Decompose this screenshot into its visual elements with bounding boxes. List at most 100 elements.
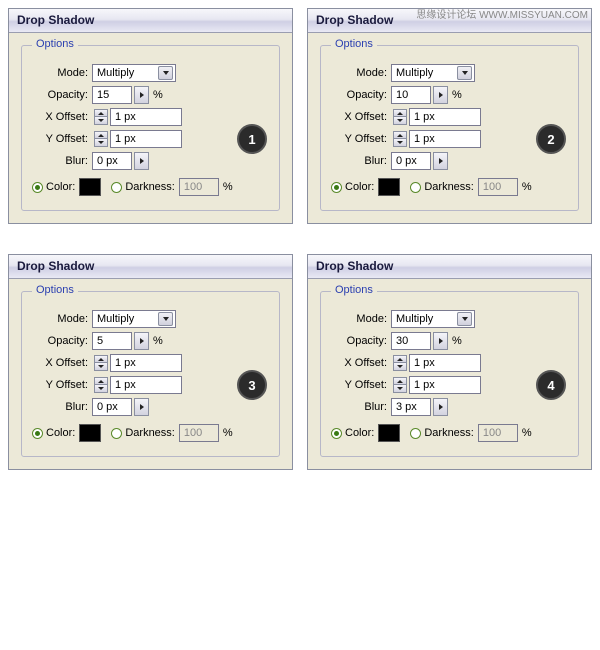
yoffset-input[interactable]: 1 px [409,130,481,148]
chevron-down-icon[interactable] [158,66,173,80]
number-badge: 3 [237,370,267,400]
opacity-input[interactable]: 10 [391,86,431,104]
xoffset-input[interactable]: 1 px [110,354,182,372]
color-swatch[interactable] [378,424,400,442]
mode-select[interactable]: Multiply [92,310,176,328]
xoffset-input[interactable]: 1 px [409,354,481,372]
panel-title: Drop Shadow [308,255,591,279]
yoffset-label: Y Offset: [32,133,92,145]
mode-select[interactable]: Multiply [391,64,475,82]
panel-title: Drop Shadow [9,9,292,33]
color-radio[interactable] [331,428,342,439]
stepper-down-icon[interactable] [393,385,407,393]
options-fieldset: Options Mode: Multiply Opacity: 15 % X O… [21,45,280,211]
darkness-radio[interactable] [111,182,122,193]
xoffset-input[interactable]: 1 px [110,108,182,126]
options-fieldset: Options Mode: Multiply Opacity: 30 % X O… [320,291,579,457]
opacity-input[interactable]: 30 [391,332,431,350]
percent-suffix: % [452,335,462,347]
yoffset-input[interactable]: 1 px [110,376,182,394]
blur-label: Blur: [331,401,391,413]
opacity-slider-button[interactable] [433,332,448,350]
color-label: Color: [46,427,75,439]
percent-suffix: % [452,89,462,101]
chevron-down-icon[interactable] [457,312,472,326]
opacity-label: Opacity: [331,89,391,101]
xoffset-input[interactable]: 1 px [409,108,481,126]
color-label: Color: [345,427,374,439]
darkness-radio[interactable] [111,428,122,439]
xoffset-stepper[interactable] [393,355,407,371]
xoffset-label: X Offset: [32,111,92,123]
blur-input[interactable]: 3 px [391,398,431,416]
opacity-slider-button[interactable] [433,86,448,104]
blur-input[interactable]: 0 px [391,152,431,170]
darkness-label: Darkness: [125,427,175,439]
stepper-down-icon[interactable] [94,139,108,147]
stepper-up-icon[interactable] [393,131,407,139]
yoffset-stepper[interactable] [393,131,407,147]
stepper-up-icon[interactable] [94,109,108,117]
stepper-up-icon[interactable] [94,131,108,139]
number-badge: 4 [536,370,566,400]
stepper-up-icon[interactable] [393,377,407,385]
blur-slider-button[interactable] [433,152,448,170]
yoffset-stepper[interactable] [94,131,108,147]
blur-input[interactable]: 0 px [92,398,132,416]
opacity-input[interactable]: 15 [92,86,132,104]
yoffset-stepper[interactable] [94,377,108,393]
color-swatch[interactable] [378,178,400,196]
xoffset-stepper[interactable] [393,109,407,125]
color-swatch[interactable] [79,424,101,442]
mode-value: Multiply [396,313,433,325]
triangle-right-icon [439,338,443,344]
xoffset-stepper[interactable] [94,355,108,371]
darkness-radio[interactable] [410,182,421,193]
darkness-label: Darkness: [424,181,474,193]
darkness-radio[interactable] [410,428,421,439]
chevron-down-icon[interactable] [158,312,173,326]
mode-select[interactable]: Multiply [92,64,176,82]
stepper-up-icon[interactable] [393,355,407,363]
yoffset-stepper[interactable] [393,377,407,393]
mode-value: Multiply [396,67,433,79]
mode-label: Mode: [331,67,391,79]
stepper-down-icon[interactable] [393,139,407,147]
blur-label: Blur: [32,401,92,413]
triangle-right-icon [140,404,144,410]
stepper-down-icon[interactable] [94,363,108,371]
xoffset-stepper[interactable] [94,109,108,125]
opacity-slider-button[interactable] [134,86,149,104]
options-legend: Options [32,284,78,296]
yoffset-label: Y Offset: [32,379,92,391]
stepper-up-icon[interactable] [94,355,108,363]
yoffset-input[interactable]: 1 px [110,130,182,148]
stepper-down-icon[interactable] [94,117,108,125]
chevron-down-icon[interactable] [457,66,472,80]
yoffset-input[interactable]: 1 px [409,376,481,394]
color-swatch[interactable] [79,178,101,196]
stepper-down-icon[interactable] [393,117,407,125]
number-badge: 1 [237,124,267,154]
blur-input[interactable]: 0 px [92,152,132,170]
stepper-down-icon[interactable] [94,385,108,393]
darkness-input: 100 [179,178,219,196]
stepper-down-icon[interactable] [393,363,407,371]
darkness-label: Darkness: [424,427,474,439]
mode-label: Mode: [32,313,92,325]
blur-slider-button[interactable] [134,398,149,416]
opacity-input[interactable]: 5 [92,332,132,350]
stepper-up-icon[interactable] [393,109,407,117]
blur-slider-button[interactable] [134,152,149,170]
opacity-label: Opacity: [32,89,92,101]
darkness-label: Darkness: [125,181,175,193]
stepper-up-icon[interactable] [94,377,108,385]
blur-slider-button[interactable] [433,398,448,416]
color-radio[interactable] [32,182,43,193]
mode-select[interactable]: Multiply [391,310,475,328]
watermark-text: 思缘设计论坛 WWW.MISSYUAN.COM [416,6,588,21]
color-radio[interactable] [331,182,342,193]
opacity-slider-button[interactable] [134,332,149,350]
triangle-right-icon [439,92,443,98]
color-radio[interactable] [32,428,43,439]
